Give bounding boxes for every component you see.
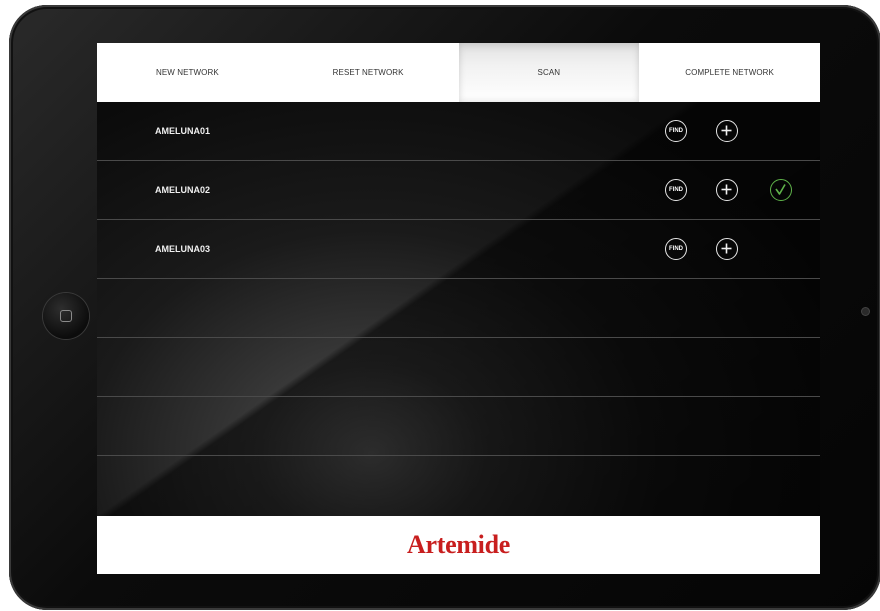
device-list: AMELUNA01 FIND AMELUNA02 FIND AMELUNA03 … [97,102,820,516]
tab-bar: NEW NETWORK RESET NETWORK SCAN COMPLETE … [97,43,820,102]
find-button[interactable]: FIND [665,120,687,142]
app-screen: NEW NETWORK RESET NETWORK SCAN COMPLETE … [97,43,820,574]
footer: Artemide [97,516,820,574]
list-item-empty [97,456,820,514]
device-name: AMELUNA01 [155,126,211,136]
device-name: AMELUNA03 [155,244,211,254]
tab-reset-network[interactable]: RESET NETWORK [278,43,459,102]
camera-icon [862,308,869,315]
tab-new-network[interactable]: NEW NETWORK [97,43,278,102]
find-button[interactable]: FIND [665,238,687,260]
home-button[interactable] [43,293,89,339]
check-circle-icon [770,179,792,201]
plus-circle-icon[interactable] [716,120,738,142]
plus-circle-icon[interactable] [716,238,738,260]
find-button[interactable]: FIND [665,179,687,201]
artemide-logo: Artemide [407,530,510,559]
list-item-empty [97,397,820,456]
tab-scan[interactable]: SCAN [458,43,640,102]
list-item: AMELUNA01 FIND [97,102,820,161]
home-square-icon [60,310,72,322]
plus-circle-icon[interactable] [716,179,738,201]
list-item: AMELUNA02 FIND [97,161,820,220]
list-item-empty [97,338,820,397]
tab-complete-network[interactable]: COMPLETE NETWORK [639,43,820,102]
device-name: AMELUNA02 [155,185,211,195]
list-item-empty [97,279,820,338]
list-item: AMELUNA03 FIND [97,220,820,279]
